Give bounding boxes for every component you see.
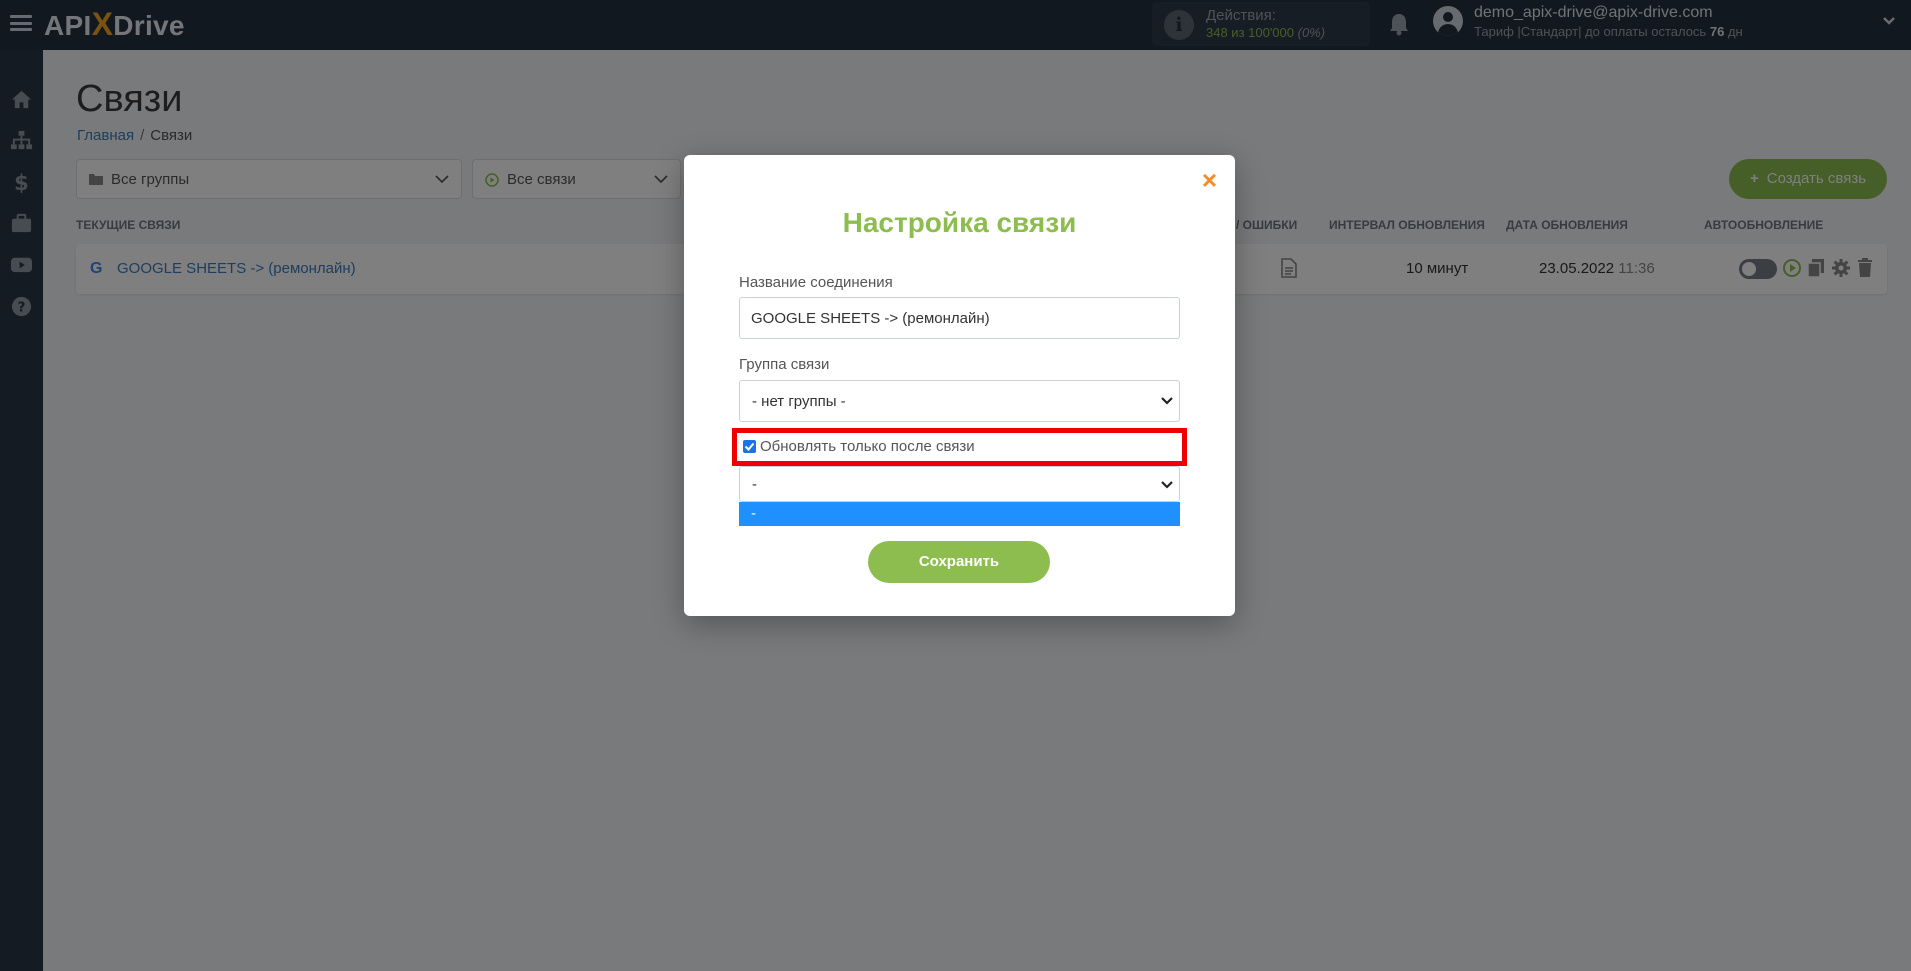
chevron-down-icon <box>1161 481 1173 489</box>
update-after-label: Обновлять только после связи <box>760 438 975 455</box>
group-label: Группа связи <box>739 356 830 373</box>
after-connection-select[interactable]: - <box>739 466 1180 502</box>
group-select[interactable]: - нет группы - <box>739 380 1180 422</box>
update-after-checkbox[interactable] <box>743 440 756 453</box>
check-icon <box>744 442 755 451</box>
after-connection-value: - <box>752 476 757 493</box>
close-icon[interactable]: × <box>1202 167 1217 193</box>
modal-title: Настройка связи <box>842 207 1077 238</box>
dropdown-option[interactable]: - <box>739 502 1180 526</box>
group-select-value: - нет группы - <box>752 393 846 410</box>
update-after-connection-highlight: Обновлять только после связи <box>732 428 1187 466</box>
save-button[interactable]: Сохранить <box>868 541 1050 583</box>
chevron-down-icon <box>1161 397 1173 405</box>
connection-settings-modal: × Настройка связи Название соединения Гр… <box>684 155 1235 616</box>
connection-name-label: Название соединения <box>739 274 893 291</box>
connection-name-input[interactable] <box>739 297 1180 339</box>
